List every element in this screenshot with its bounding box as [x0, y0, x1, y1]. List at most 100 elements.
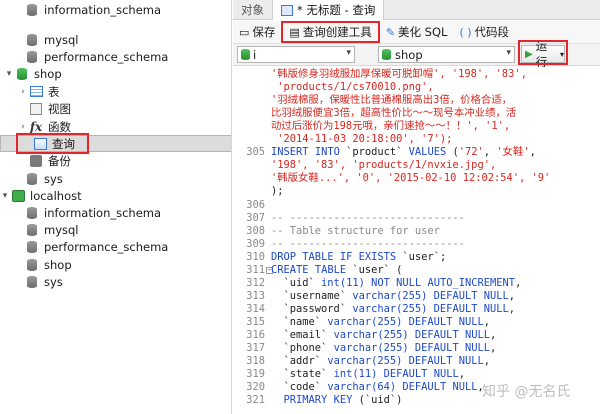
line-number: 317: [246, 342, 265, 355]
snippet-icon: ( ): [459, 25, 472, 39]
line-number-gutter: 305 306 307 308 309 310 311−312 313 314 315 316 317…: [233, 67, 273, 414]
tree-item-views[interactable]: 视图: [0, 100, 231, 117]
query-builder-label: 查询创建工具: [302, 25, 372, 39]
server-icon: [10, 189, 26, 203]
line-number: 310: [246, 250, 265, 263]
tree-item-label: localhost: [30, 188, 82, 203]
tab-untitled-query[interactable]: * 无标题 - 查询: [272, 0, 385, 20]
database-icon: [24, 240, 40, 254]
connection-value: i: [253, 47, 257, 62]
code-snippet-button[interactable]: ( ) 代码段: [453, 22, 515, 42]
function-icon: fx: [29, 119, 43, 134]
tree-item-performance-schema-2[interactable]: performance_schema: [0, 238, 231, 255]
beautify-sql-button[interactable]: ✎ 美化 SQL: [380, 22, 454, 42]
code-line: INSERT INTO `product` VALUES ('72', '女鞋'…: [271, 146, 536, 159]
database-icon: [14, 67, 30, 81]
chevron-down-icon: ▾: [506, 48, 511, 58]
tree-item-sys-2[interactable]: sys: [0, 273, 231, 290]
tree-item-shop-2[interactable]: shop: [0, 256, 231, 273]
line-number: 312: [246, 276, 265, 289]
save-label: 保存: [252, 25, 276, 39]
database-icon: [24, 50, 40, 64]
tree-item-tables[interactable]: › 表: [0, 83, 231, 100]
chevron-down-icon: ▾: [346, 48, 351, 58]
beautify-icon: ✎: [385, 25, 396, 39]
code-line: -- Table structure for user: [271, 224, 440, 237]
chevron-down-icon[interactable]: ▾: [0, 191, 10, 201]
code-line: `password` varchar(255) DEFAULT NULL,: [271, 302, 516, 315]
line-number: 306: [246, 198, 265, 211]
code-line: CREATE TABLE `user` (: [271, 263, 403, 276]
line-number: 307: [246, 211, 265, 224]
code-line: -- ----------------------------: [271, 237, 465, 250]
query-icon: [281, 4, 293, 16]
line-number: 320: [246, 381, 265, 394]
code-line: `username` varchar(255) DEFAULT NULL,: [271, 289, 516, 302]
connection-icon: [241, 49, 250, 60]
chevron-down-icon[interactable]: ▾: [4, 69, 14, 79]
tree-item-localhost[interactable]: ▾ localhost: [0, 187, 231, 204]
tree-item-mysql-2[interactable]: mysql: [0, 221, 231, 238]
code-line: 'products/1/cs70010.png',: [271, 81, 434, 94]
code-line: `email` varchar(255) DEFAULT NULL,: [271, 329, 497, 341]
code-line: '2014-11-03 20:18:00', '7');: [271, 133, 453, 146]
tree-item-sys[interactable]: sys: [0, 170, 231, 187]
code-line: 动过后涨价为198元哦，亲们速抢～～！！', '1',: [271, 120, 511, 133]
code-line: `addr` varchar(255) DEFAULT NULL,: [271, 355, 491, 368]
sql-editor[interactable]: 305 306 307 308 309 310 311−312 313 314 315 316 317…: [233, 67, 600, 414]
code-line: PRIMARY KEY (`uid`): [283, 394, 403, 407]
code-line: `state` int(11) DEFAULT NULL,: [271, 368, 466, 381]
tree-item-label: mysql: [44, 222, 79, 237]
line-number: 311: [246, 263, 265, 276]
code-line: '韩版女鞋...', '0', '2015-02-10 12:02:54', '…: [271, 172, 551, 185]
tree-item-performance-schema[interactable]: performance_schema: [0, 48, 231, 65]
tree-item-label: performance_schema: [44, 239, 169, 254]
tree-item-information-schema[interactable]: information_schema: [0, 1, 231, 18]
database-icon: [24, 172, 40, 186]
tree-item-label: performance_schema: [44, 49, 169, 64]
save-icon: ▭: [239, 25, 250, 39]
line-number: 313: [246, 289, 265, 302]
database-icon: [24, 3, 40, 17]
code-line: `name` varchar(255) DEFAULT NULL,: [271, 315, 491, 328]
tab-objects[interactable]: 对象: [233, 0, 272, 20]
tree-item-label: 备份: [48, 153, 71, 168]
save-button[interactable]: ▭ 保存: [233, 22, 281, 42]
highlight-box: [16, 133, 89, 154]
beautify-label: 美化 SQL: [398, 25, 448, 39]
code-line: `uid` int(11) NOT NULL AUTO_INCREMENT,: [271, 276, 522, 289]
chevron-right-icon[interactable]: ›: [18, 87, 28, 97]
watermark: 知乎 @无名氏: [482, 384, 571, 400]
tree-item-mysql[interactable]: mysql: [0, 31, 231, 48]
database-icon: [24, 275, 40, 289]
navigation-tree: information_schema mysql performance_sch…: [0, 0, 232, 414]
line-number: 309: [246, 237, 265, 250]
database-select[interactable]: shop ▾: [378, 46, 515, 63]
database-icon: [24, 33, 40, 47]
connection-select[interactable]: i ▾: [237, 46, 355, 63]
query-builder-button[interactable]: ▤ 查询创建工具: [281, 21, 380, 43]
line-number: 315: [246, 315, 265, 328]
chevron-right-icon[interactable]: ›: [18, 122, 28, 132]
line-number: 316: [246, 329, 265, 341]
database-icon: [382, 49, 391, 60]
connection-bar: i ▾ shop ▾ ▶ 运行 ▾: [233, 39, 600, 69]
tree-item-label: shop: [34, 66, 62, 81]
database-icon: [24, 206, 40, 220]
view-icon: [28, 102, 44, 116]
tree-item-shop[interactable]: ▾ shop: [0, 65, 231, 82]
code-line: );: [271, 185, 284, 198]
tree-item-backups[interactable]: 备份: [0, 152, 231, 169]
database-value: shop: [395, 47, 423, 62]
tree-item-label: 表: [48, 84, 60, 99]
tree-item-label: sys: [44, 274, 63, 289]
tab-label: * 无标题 - 查询: [297, 3, 376, 17]
line-number: 314: [246, 302, 265, 315]
code-line: '羽绒棉服，保暖性比普通棉服高出3倍，价格合适，: [271, 94, 513, 107]
tab-bar: 对象 * 无标题 - 查询: [233, 0, 600, 20]
query-builder-icon: ▤: [289, 25, 300, 39]
tree-item-information-schema-2[interactable]: information_schema: [0, 204, 231, 221]
code-line: `code` varchar(64) DEFAULT NULL,: [271, 381, 484, 394]
tree-item-label: 视图: [48, 101, 71, 116]
tab-label: 对象: [241, 3, 264, 17]
